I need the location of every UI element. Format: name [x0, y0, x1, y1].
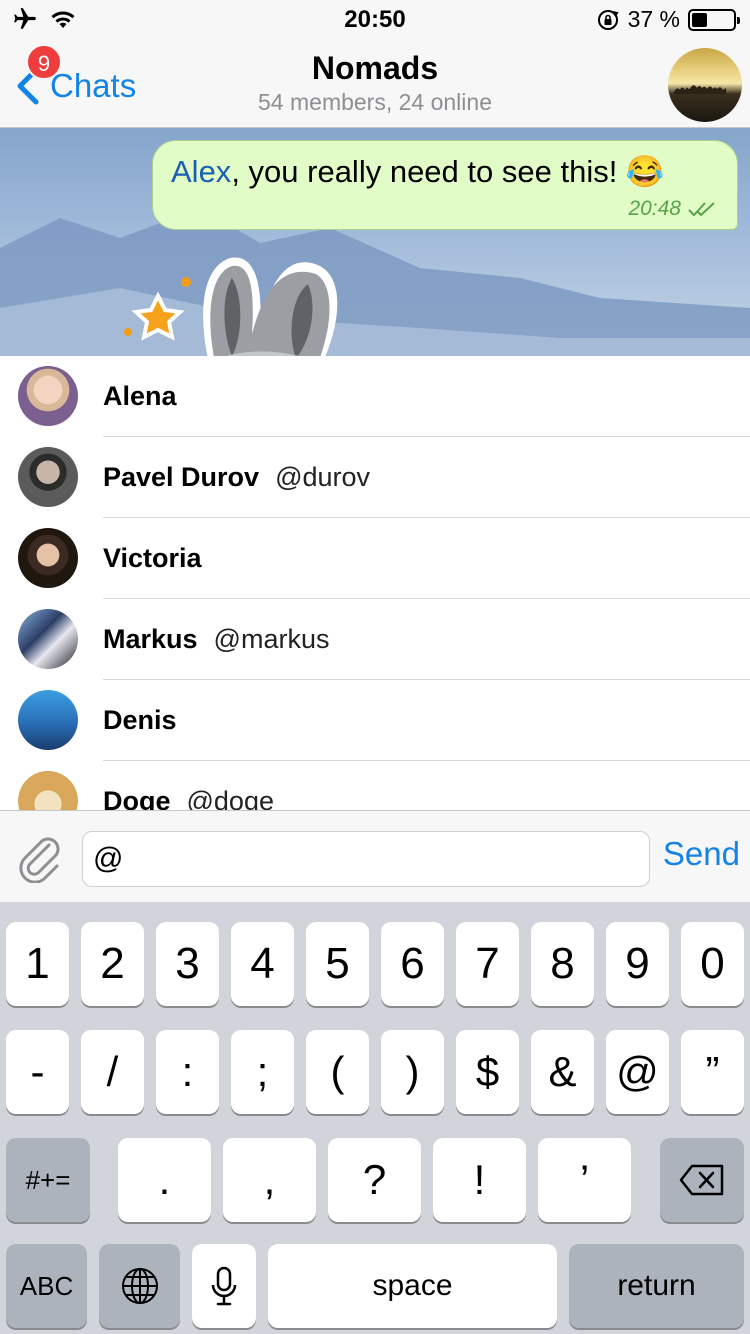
- key-colon[interactable]: :: [156, 1030, 219, 1114]
- key-quote[interactable]: ”: [681, 1030, 744, 1114]
- message-text: Alex, you really need to see this! 😂: [171, 153, 719, 190]
- key-2[interactable]: 2: [81, 922, 144, 1006]
- key-8[interactable]: 8: [531, 922, 594, 1006]
- key-at[interactable]: @: [606, 1030, 669, 1114]
- key-question[interactable]: ?: [328, 1138, 421, 1222]
- key-hyphen[interactable]: -: [6, 1030, 69, 1114]
- globe-icon: [121, 1268, 158, 1304]
- battery-percent: 37 %: [627, 6, 680, 32]
- key-apostrophe[interactable]: ’: [538, 1138, 631, 1222]
- mention-name: Doge: [103, 786, 171, 810]
- bunny-sticker[interactable]: [120, 238, 360, 356]
- status-right: 37 %: [596, 6, 740, 33]
- mention-name: Markus: [103, 623, 198, 654]
- chat-area[interactable]: Alex, you really need to see this! 😂 20:…: [0, 128, 750, 356]
- message-time: 20:48: [628, 197, 681, 220]
- outgoing-message-bubble[interactable]: Alex, you really need to see this! 😂 20:…: [152, 140, 738, 230]
- key-9[interactable]: 9: [606, 922, 669, 1006]
- nav-bar: Chats 9 Nomads 54 members, 24 online: [0, 40, 750, 128]
- mention-username: @markus: [213, 623, 330, 654]
- mention-item-pavel-durov[interactable]: Pavel Durov @durov: [0, 437, 750, 518]
- key-exclamation[interactable]: !: [433, 1138, 526, 1222]
- key-close-paren[interactable]: ): [381, 1030, 444, 1114]
- key-period[interactable]: .: [118, 1138, 211, 1222]
- key-1[interactable]: 1: [6, 922, 69, 1006]
- key-7[interactable]: 7: [456, 922, 519, 1006]
- avatar: [18, 447, 78, 507]
- microphone-icon: [211, 1266, 237, 1306]
- key-semicolon[interactable]: ;: [231, 1030, 294, 1114]
- mention-item-doge[interactable]: Doge @doge: [0, 761, 750, 810]
- message-meta: 20:48: [628, 197, 717, 221]
- mention-name: Alena: [103, 380, 177, 411]
- mention-item-markus[interactable]: Markus @markus: [0, 599, 750, 680]
- mention-name: Denis: [103, 704, 177, 735]
- message-body: , you really need to see this! 😂: [231, 154, 665, 189]
- message-input[interactable]: [82, 831, 650, 887]
- abc-key[interactable]: ABC: [6, 1244, 87, 1328]
- key-5[interactable]: 5: [306, 922, 369, 1006]
- globe-key[interactable]: [99, 1244, 180, 1328]
- avatar: [18, 609, 78, 669]
- key-0[interactable]: 0: [681, 922, 744, 1006]
- rotation-lock-icon: [597, 9, 619, 30]
- camels-silhouette-image: [674, 85, 726, 94]
- battery-fill: [692, 12, 707, 27]
- avatar: [18, 366, 78, 426]
- dictation-key[interactable]: [192, 1244, 256, 1328]
- key-4[interactable]: 4: [231, 922, 294, 1006]
- double-check-icon: [688, 202, 715, 217]
- mention-suggestions[interactable]: Alena Pavel Durov @durov Victoria Markus…: [0, 356, 750, 810]
- more-symbols-key[interactable]: #+=: [6, 1138, 90, 1222]
- return-key[interactable]: return: [569, 1244, 744, 1328]
- avatar: [18, 690, 78, 750]
- mention-item-alena[interactable]: Alena: [0, 356, 750, 437]
- keyboard: 1 2 3 4 5 6 7 8 9 0 - / : ; ( ) $ & @ ” …: [0, 902, 750, 1334]
- message-mention[interactable]: Alex: [171, 154, 231, 189]
- send-button[interactable]: Send: [663, 835, 740, 873]
- attach-paperclip-icon[interactable]: [16, 833, 64, 883]
- status-bar: 20:50 37 %: [0, 0, 750, 40]
- key-3[interactable]: 3: [156, 922, 219, 1006]
- avatar: [18, 528, 78, 588]
- mention-name: Pavel Durov: [103, 461, 260, 492]
- battery-icon: [688, 8, 740, 31]
- chat-subtitle: 54 members, 24 online: [258, 89, 492, 115]
- key-dollar[interactable]: $: [456, 1030, 519, 1114]
- backspace-key[interactable]: [660, 1138, 744, 1222]
- space-key[interactable]: space: [268, 1244, 557, 1328]
- chat-title: Nomads: [311, 50, 439, 86]
- mention-item-denis[interactable]: Denis: [0, 680, 750, 761]
- key-slash[interactable]: /: [81, 1030, 144, 1114]
- message-input-bar: Send: [0, 810, 750, 902]
- mention-name: Victoria: [103, 542, 202, 573]
- mention-username: @doge: [186, 786, 274, 810]
- avatar: [18, 771, 78, 810]
- chat-header[interactable]: Nomads 54 members, 24 online: [0, 50, 750, 116]
- backspace-icon: [679, 1164, 724, 1196]
- key-ampersand[interactable]: &: [531, 1030, 594, 1114]
- key-comma[interactable]: ,: [223, 1138, 316, 1222]
- group-avatar[interactable]: [668, 48, 742, 122]
- mention-item-victoria[interactable]: Victoria: [0, 518, 750, 599]
- key-open-paren[interactable]: (: [306, 1030, 369, 1114]
- key-6[interactable]: 6: [381, 922, 444, 1006]
- mention-username: @durov: [275, 461, 371, 492]
